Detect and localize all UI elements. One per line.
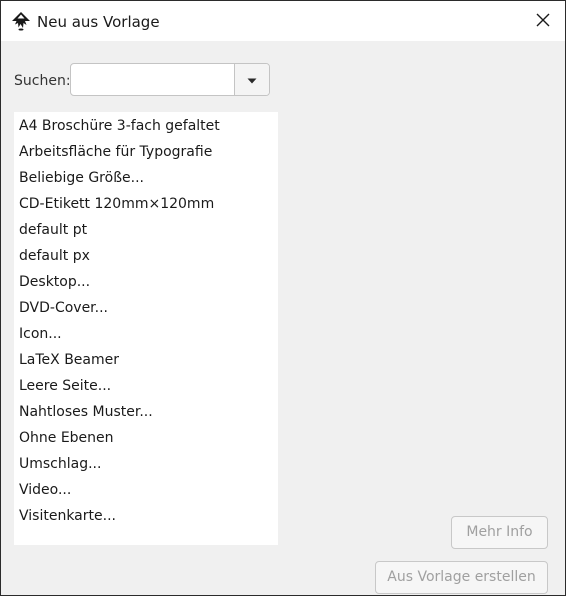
template-list-item[interactable]: Leere Seite... bbox=[14, 373, 278, 399]
more-info-button[interactable]: Mehr Info bbox=[451, 516, 548, 549]
chevron-down-icon bbox=[246, 70, 258, 89]
template-list-item[interactable]: CD-Etikett 120mm×120mm bbox=[14, 191, 278, 217]
template-list-item[interactable]: Nahtloses Muster... bbox=[14, 399, 278, 425]
template-list-item[interactable]: Umschlag... bbox=[14, 451, 278, 477]
search-label: Suchen: bbox=[14, 73, 71, 89]
template-list-item[interactable]: Beliebige Größe... bbox=[14, 165, 278, 191]
close-button[interactable] bbox=[521, 1, 565, 41]
search-input[interactable] bbox=[71, 64, 237, 95]
template-list-item[interactable]: Visitenkarte... bbox=[14, 503, 278, 529]
template-list-item[interactable]: LaTeX Beamer bbox=[14, 347, 278, 373]
window-title: Neu aus Vorlage bbox=[37, 13, 160, 31]
search-combobox[interactable] bbox=[70, 63, 270, 96]
template-list-item[interactable]: DVD-Cover... bbox=[14, 295, 278, 321]
create-from-template-button[interactable]: Aus Vorlage erstellen bbox=[375, 561, 548, 594]
template-list-item[interactable]: default pt bbox=[14, 217, 278, 243]
template-list-item[interactable]: Ohne Ebenen bbox=[14, 425, 278, 451]
template-list[interactable]: A4 Broschüre 3-fach gefaltet Arbeitsfläch… bbox=[14, 112, 278, 545]
search-dropdown-button[interactable] bbox=[234, 64, 269, 95]
template-list-item[interactable]: Arbeitsfläche für Typografie bbox=[14, 139, 278, 165]
template-list-item[interactable]: Desktop... bbox=[14, 269, 278, 295]
close-icon bbox=[536, 12, 550, 31]
new-from-template-dialog: Neu aus Vorlage Suchen: A4 Broschüre 3-f… bbox=[0, 0, 566, 596]
inkscape-logo-icon bbox=[11, 11, 31, 31]
template-list-item[interactable]: Icon... bbox=[14, 321, 278, 347]
template-list-item[interactable]: A4 Broschüre 3-fach gefaltet bbox=[14, 113, 278, 139]
template-list-item[interactable]: default px bbox=[14, 243, 278, 269]
template-list-item[interactable]: Video... bbox=[14, 477, 278, 503]
title-bar[interactable]: Neu aus Vorlage bbox=[1, 1, 565, 41]
